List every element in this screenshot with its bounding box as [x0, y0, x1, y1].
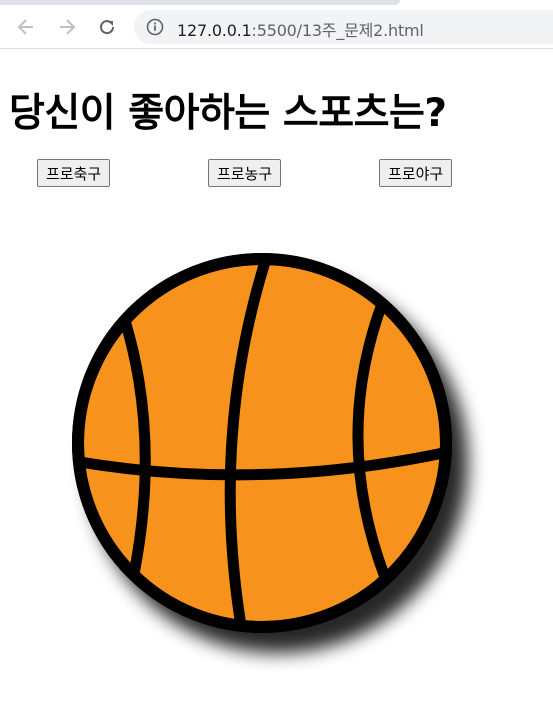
forward-button[interactable] — [52, 12, 82, 42]
address-bar[interactable]: 127.0.0.1:5500/13주_문제2.html — [134, 10, 553, 44]
reload-button[interactable] — [92, 12, 122, 42]
sport-image — [60, 240, 500, 700]
active-tab[interactable] — [0, 0, 400, 5]
basketball-button[interactable]: 프로농구 — [208, 159, 282, 187]
basketball-icon — [72, 253, 452, 633]
url-text: 127.0.0.1:5500/13주_문제2.html — [177, 17, 424, 41]
arrow-left-icon — [17, 19, 33, 35]
info-icon[interactable] — [146, 18, 164, 36]
reload-icon — [100, 20, 115, 35]
soccer-button[interactable]: 프로축구 — [37, 159, 111, 187]
url-path: :5500/13주_문제2.html — [251, 21, 424, 40]
page-title: 당신이 좋아하는 스포츠는? — [9, 91, 447, 136]
baseball-button[interactable]: 프로야구 — [379, 159, 453, 187]
browser-toolbar: 127.0.0.1:5500/13주_문제2.html — [0, 6, 553, 49]
url-host: 127.0.0.1 — [177, 21, 252, 40]
back-button[interactable] — [11, 12, 41, 42]
arrow-right-icon — [60, 19, 76, 35]
